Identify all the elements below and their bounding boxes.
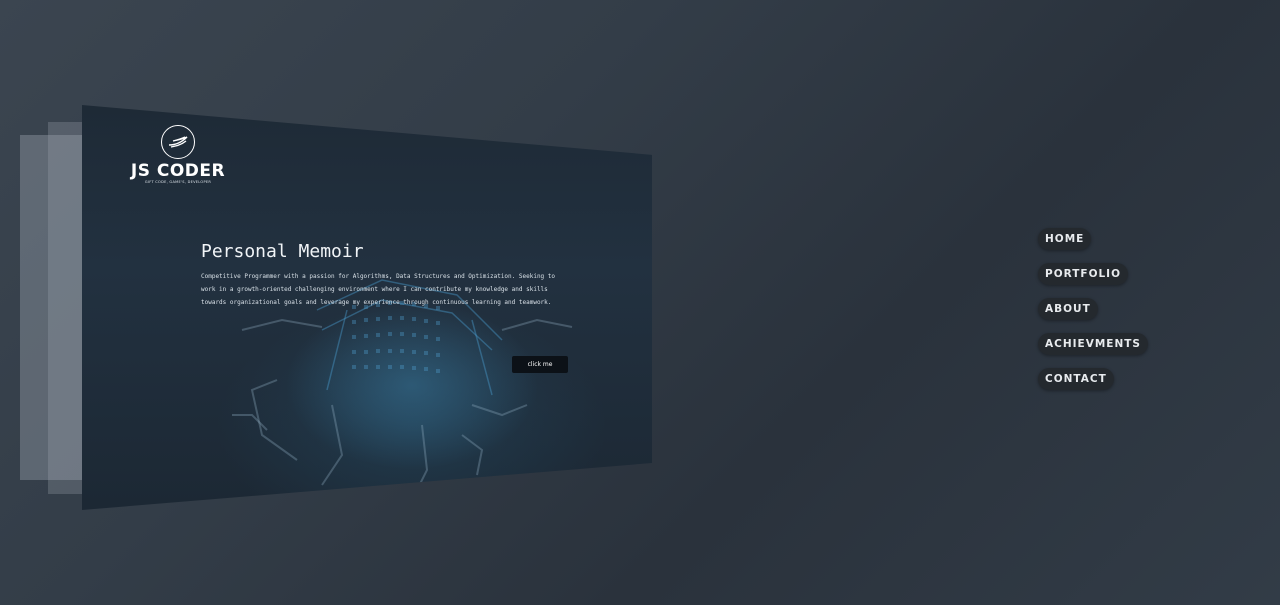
hero-description: Competitive Programmer with a passion fo… — [201, 273, 556, 306]
brand-logo[interactable]: JS CODER GIFT CODE, GAME'S, DEVELOPER — [130, 125, 226, 185]
active-page: JS CODER GIFT CODE, GAME'S, DEVELOPER Pe… — [82, 105, 652, 510]
feather-wing-icon — [168, 136, 188, 148]
nav-item-contact[interactable]: CONTACT — [1038, 368, 1114, 390]
nav-item-home[interactable]: HOME — [1038, 228, 1092, 250]
hero-title: Personal Memoir — [201, 241, 364, 262]
main-nav: HOME PORTFOLIO ABOUT ACHIEVMENTS CONTACT — [1038, 228, 1148, 390]
nav-item-about[interactable]: ABOUT — [1038, 298, 1098, 320]
nav-item-achievments[interactable]: ACHIEVMENTS — [1038, 333, 1148, 355]
brand-name: JS CODER — [130, 161, 226, 181]
logo-emblem — [161, 125, 195, 159]
nav-item-portfolio[interactable]: PORTFOLIO — [1038, 263, 1129, 285]
click-me-button[interactable]: click me — [512, 356, 568, 373]
hero-section: Personal Memoir Competitive Programmer w… — [201, 241, 571, 309]
